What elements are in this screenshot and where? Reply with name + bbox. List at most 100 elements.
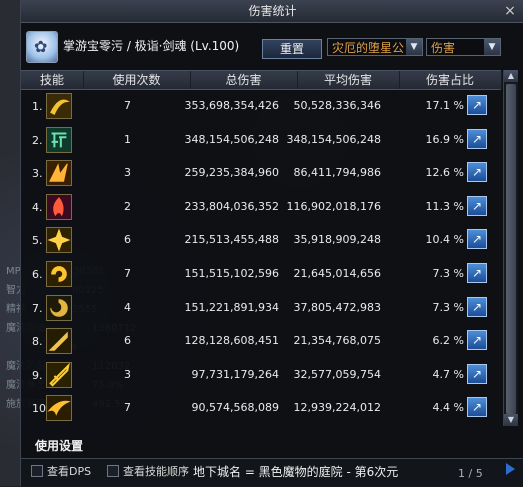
column-header-average-damage[interactable]: 平均伤害: [297, 71, 400, 89]
table-row[interactable]: 3. 3 259,235,384,960 86,411,794,986 12.6 % ↗: [21, 156, 501, 190]
scrollbar[interactable]: ▲ ▼: [503, 70, 518, 426]
window-footer: 查看DPS 查看技能顺序 地下城名 = 黑色魔物的庭院 - 第6次元 1 / 5: [21, 458, 523, 487]
stat-type-select-value: 伤害: [431, 41, 456, 55]
damage-share: 4.4 %: [432, 401, 464, 415]
share-icon[interactable]: ↗: [467, 296, 487, 317]
use-count: 7: [124, 401, 131, 415]
share-icon[interactable]: ↗: [467, 162, 487, 183]
column-header-skill[interactable]: 技能: [21, 71, 84, 89]
background-stat-label: MP: [6, 266, 21, 277]
damage-share: 4.7 %: [432, 367, 464, 381]
average-damage: 50,528,336,346: [293, 99, 381, 112]
average-damage: 37,805,472,983: [293, 300, 381, 314]
window-title: 伤害统计: [248, 4, 297, 18]
use-count: 4: [124, 300, 131, 314]
share-icon[interactable]: ↗: [467, 195, 487, 216]
share-icon[interactable]: ↗: [467, 363, 487, 384]
use-count: 6: [124, 334, 131, 348]
column-header-uses[interactable]: 使用次数: [83, 71, 191, 89]
column-header-damage-share[interactable]: 伤害占比: [399, 71, 502, 89]
window-titlebar[interactable]: 伤害统计 ×: [21, 0, 523, 23]
character-name: 掌游宝零污 / 极诣·剑魂 (Lv.100): [63, 39, 240, 53]
vortex-icon[interactable]: [46, 294, 72, 321]
damage-share: 16.9 %: [425, 132, 464, 146]
table-row[interactable]: 6. 7 151,515,102,596 21,645,014,656 7.3 % ↗: [21, 257, 501, 291]
table-row[interactable]: 4. 2 233,804,036,352 116,902,018,176 11.3 % ↗: [21, 190, 501, 224]
share-icon[interactable]: ↗: [467, 263, 487, 283]
damage-share: 17.1 %: [425, 99, 464, 112]
chevron-down-icon[interactable]: ▼: [484, 39, 500, 55]
blade-wave-icon[interactable]: [46, 160, 72, 187]
scroll-up-icon[interactable]: ▲: [504, 70, 518, 82]
damage-share: 7.3 %: [432, 267, 464, 280]
average-damage: 86,411,794,986: [293, 166, 381, 180]
table-row[interactable]: 1. 7 353,698,354,426 50,528,336,346 17.1 % ↗: [21, 89, 501, 123]
share-icon[interactable]: ↗: [467, 397, 487, 418]
wind-cut-icon[interactable]: [46, 395, 72, 422]
rank-number: 6.: [32, 268, 43, 281]
dungeon-name: 地下城名 = 黑色魔物的庭院 - 第6次元: [193, 465, 399, 479]
damage-stats-window: 伤害统计 × ✿ 掌游宝零污 / 极诣·剑魂 (Lv.100) 重置 灾厄的堕星…: [20, 0, 523, 487]
table-row[interactable]: 8. 6 128,128,608,451 21,354,768,075 6.2 % ↗: [21, 324, 501, 358]
dungeon-select[interactable]: 灾厄的堕星公 ▼: [327, 38, 423, 56]
rising-slash-icon[interactable]: [46, 328, 72, 355]
sword-strike-icon[interactable]: [46, 361, 72, 388]
jade-script-icon[interactable]: [46, 126, 72, 153]
damage-share: 7.3 %: [432, 300, 464, 314]
table-row[interactable]: 10. 7 90,574,568,089 12,939,224,012 4.4 % ↗: [21, 391, 501, 425]
use-count: 6: [124, 233, 131, 247]
chevron-down-icon[interactable]: ▼: [406, 39, 422, 55]
average-damage: 116,902,018,176: [286, 199, 381, 213]
table-header: 技能 使用次数 总伤害 平均伤害 伤害占比: [21, 70, 502, 90]
show-skill-order-label: 查看技能顺序: [123, 465, 189, 478]
use-count: 3: [124, 166, 131, 180]
average-damage: 21,645,014,656: [293, 267, 381, 280]
flame-burst-icon[interactable]: [46, 193, 72, 220]
rank-number: 2.: [32, 133, 43, 147]
stats-header: ✿ 掌游宝零污 / 极诣·剑魂 (Lv.100) 重置 灾厄的堕星公 ▼ 伤害 …: [21, 26, 523, 66]
share-icon[interactable]: ↗: [467, 229, 487, 250]
rank-number: 1.: [32, 100, 43, 113]
column-header-total-damage[interactable]: 总伤害: [190, 71, 298, 89]
table-row[interactable]: 9. 3 97,731,179,264 32,577,059,754 4.7 % ↗: [21, 358, 501, 392]
reset-button[interactable]: 重置: [262, 39, 322, 59]
use-count: 2: [124, 199, 131, 213]
use-count: 1: [124, 132, 131, 146]
scroll-down-icon[interactable]: ▼: [504, 414, 518, 426]
average-damage: 348,154,506,248: [286, 132, 381, 146]
damage-share: 10.4 %: [425, 233, 464, 247]
average-damage: 12,939,224,012: [293, 401, 381, 415]
damage-share: 12.6 %: [425, 166, 464, 180]
spin-slash-icon[interactable]: [46, 261, 72, 287]
close-icon[interactable]: ×: [502, 3, 518, 19]
share-icon[interactable]: ↗: [467, 95, 487, 115]
scrollbar-thumb[interactable]: [506, 84, 516, 414]
share-icon[interactable]: ↗: [467, 330, 487, 351]
usage-settings-label[interactable]: 使用设置: [35, 437, 83, 454]
stat-type-select[interactable]: 伤害 ▼: [426, 38, 501, 56]
slash-arc-icon[interactable]: [46, 93, 72, 119]
rank-number: 9.: [32, 368, 43, 382]
average-damage: 32,577,059,754: [293, 367, 381, 381]
use-count: 7: [124, 267, 131, 280]
table-row[interactable]: 5. 6 215,513,455,488 35,918,909,248 10.4 % ↗: [21, 223, 501, 257]
average-damage: 35,918,909,248: [293, 233, 381, 247]
table-row[interactable]: 7. 4 151,221,891,934 37,805,472,983 7.3 % ↗: [21, 291, 501, 325]
rank-number: 3.: [32, 167, 43, 181]
show-dps-checkbox[interactable]: [31, 465, 43, 477]
rank-number: 5.: [32, 234, 43, 248]
star-burst-icon[interactable]: [46, 227, 72, 254]
show-dps-label: 查看DPS: [47, 465, 92, 478]
rank-number: 7.: [32, 301, 43, 315]
damage-share: 6.2 %: [432, 334, 464, 348]
show-skill-order-checkbox[interactable]: [107, 465, 119, 477]
damage-table-body: 1. 7 353,698,354,426 50,528,336,346 17.1 % ↗ 2…: [21, 89, 501, 425]
share-icon[interactable]: ↗: [467, 128, 487, 149]
damage-share: 11.3 %: [425, 199, 464, 213]
avatar-glyph: ✿: [34, 37, 48, 56]
page-indicator: 1 / 5: [458, 467, 483, 480]
table-row[interactable]: 2. 1 348,154,506,248 348,154,506,248 16.9 % ↗: [21, 123, 501, 157]
dungeon-select-value: 灾厄的堕星公: [332, 41, 405, 55]
next-page-icon[interactable]: [506, 463, 515, 475]
rank-number: 4.: [32, 200, 43, 214]
